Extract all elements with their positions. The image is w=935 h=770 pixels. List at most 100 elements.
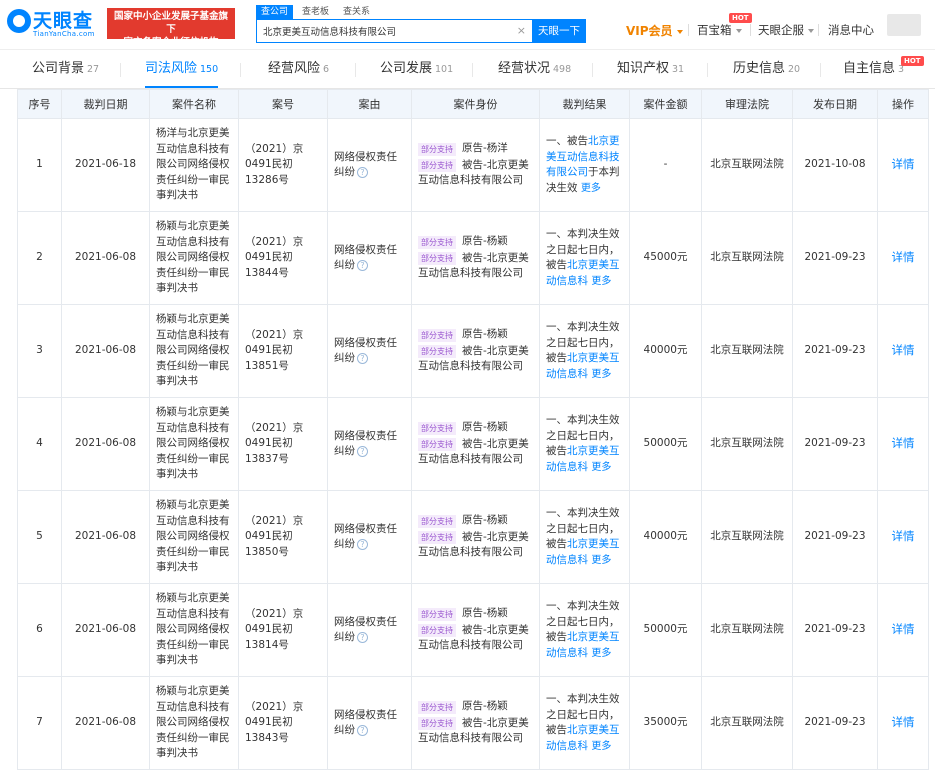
cell-amount: 50000元 — [629, 397, 702, 491]
more-link[interactable]: 更多 — [591, 741, 611, 752]
tab-label: 经营状况 — [498, 61, 551, 76]
role-defendant: 部分支持 被告-北京更美互动信息科技有限公司 — [418, 623, 533, 654]
section-tab-bar: 公司背景 27 司法风险 150 经营风险 6 公司发展 101 经营状况 498 知识产… — [0, 50, 935, 89]
help-icon[interactable]: ? — [357, 724, 368, 736]
cell-court: 北京互联网法院 — [701, 676, 793, 770]
more-link[interactable]: 更多 — [591, 462, 611, 473]
cell-amount: 50000元 — [629, 583, 702, 677]
table-row: 1 2021-06-18 杨洋与北京更美互动信息科技有限公司网络侵权责任纠纷一审… — [17, 118, 929, 212]
cell-court: 北京互联网法院 — [701, 397, 793, 491]
tab-count: 498 — [553, 64, 572, 75]
search-tab-boss[interactable]: 查老板 — [297, 5, 334, 19]
tab-history-info[interactable]: 历史信息 20 — [733, 50, 800, 88]
hot-badge: HOT — [901, 56, 924, 66]
cell-result: 一、本判决生效之日起七日内，被告北京更美互动信息科 更多 — [539, 397, 630, 491]
search-input[interactable] — [257, 20, 512, 42]
table-row: 5 2021-06-08 杨颖与北京更美互动信息科技有限公司网络侵权责任纠纷一审… — [17, 490, 929, 584]
avatar[interactable] — [887, 14, 921, 36]
cell-action: 详情 — [877, 490, 929, 584]
role-plaintiff: 部分支持 原告-杨颖 — [418, 234, 533, 250]
cell-cause: 网络侵权责任纠纷? — [327, 583, 412, 677]
cell-case-number: （2021）京0491民初13851号 — [238, 304, 328, 398]
search-tab-relation[interactable]: 查关系 — [338, 5, 375, 19]
cell-amount: - — [629, 118, 702, 212]
detail-link[interactable]: 详情 — [892, 622, 915, 636]
cell-case-name[interactable]: 杨颖与北京更美互动信息科技有限公司网络侵权责任纠纷一审民事判决书 — [149, 211, 239, 305]
more-link[interactable]: 更多 — [591, 555, 611, 566]
nav-divider — [818, 24, 819, 36]
col-header-action: 操作 — [877, 89, 929, 119]
support-tag: 部分支持 — [418, 421, 456, 435]
more-link[interactable]: 更多 — [591, 369, 611, 380]
tab-operating-risk[interactable]: 经营风险 6 — [268, 50, 329, 88]
cell-case-name[interactable]: 杨颖与北京更美互动信息科技有限公司网络侵权责任纠纷一审民事判决书 — [149, 583, 239, 677]
detail-link[interactable]: 详情 — [892, 157, 915, 171]
cell-judgment-date: 2021-06-08 — [61, 583, 150, 677]
tianyancha-logo[interactable]: 天眼查 TianYanCha.com — [7, 6, 102, 40]
help-icon[interactable]: ? — [357, 166, 368, 178]
tab-label: 自主信息 — [843, 61, 896, 76]
cell-index: 7 — [17, 676, 62, 770]
cell-action: 详情 — [877, 211, 929, 305]
role-plaintiff: 部分支持 原告-杨洋 — [418, 141, 533, 157]
role-plaintiff: 部分支持 原告-杨颖 — [418, 606, 533, 622]
vip-menu[interactable]: VIP会员 — [626, 22, 683, 39]
support-tag: 部分支持 — [418, 700, 456, 714]
tab-business-status[interactable]: 经营状况 498 — [498, 50, 571, 88]
help-icon[interactable]: ? — [357, 631, 368, 643]
cell-result: 一、本判决生效之日起七日内，被告北京更美互动信息科 更多 — [539, 304, 630, 398]
detail-link[interactable]: 详情 — [892, 436, 915, 450]
more-link[interactable]: 更多 — [591, 648, 611, 659]
cell-case-role: 部分支持 原告-杨洋 部分支持 被告-北京更美互动信息科技有限公司 — [411, 118, 540, 212]
more-link[interactable]: 更多 — [581, 183, 601, 194]
cell-publish-date: 2021-09-23 — [792, 397, 878, 491]
support-tag: 部分支持 — [418, 344, 456, 358]
help-icon[interactable]: ? — [357, 352, 368, 364]
search-tab-company[interactable]: 查公司 — [256, 5, 294, 19]
cell-case-number: （2021）京0491民初13843号 — [238, 676, 328, 770]
cell-cause: 网络侵权责任纠纷? — [327, 676, 412, 770]
cell-action: 详情 — [877, 118, 929, 212]
plaintiff-text: 原告-杨颖 — [462, 328, 508, 341]
tab-divider — [355, 63, 356, 77]
help-icon[interactable]: ? — [357, 259, 368, 271]
message-center-link[interactable]: 消息中心 — [828, 22, 874, 38]
detail-link[interactable]: 详情 — [892, 715, 915, 729]
plaintiff-text: 原告-杨颖 — [462, 700, 508, 713]
role-defendant: 部分支持 被告-北京更美互动信息科技有限公司 — [418, 158, 533, 189]
cell-case-name[interactable]: 杨颖与北京更美互动信息科技有限公司网络侵权责任纠纷一审民事判决书 — [149, 397, 239, 491]
cell-case-number: （2021）京0491民初13850号 — [238, 490, 328, 584]
baobao-menu[interactable]: 百宝箱 — [697, 22, 742, 38]
detail-link[interactable]: 详情 — [892, 529, 915, 543]
cell-case-name[interactable]: 杨颖与北京更美互动信息科技有限公司网络侵权责任纠纷一审民事判决书 — [149, 676, 239, 770]
tab-divider — [592, 63, 593, 77]
cell-amount: 35000元 — [629, 676, 702, 770]
cell-case-name[interactable]: 杨洋与北京更美互动信息科技有限公司网络侵权责任纠纷一审民事判决书 — [149, 118, 239, 212]
tab-self-info[interactable]: 自主信息 3 — [843, 50, 904, 88]
tab-judicial-risk[interactable]: 司法风险 150 — [145, 50, 219, 88]
tab-intellectual-property[interactable]: 知识产权 31 — [617, 50, 684, 88]
tab-count: 101 — [435, 64, 454, 75]
tab-divider — [240, 63, 241, 77]
cell-case-role: 部分支持 原告-杨颖 部分支持 被告-北京更美互动信息科技有限公司 — [411, 676, 540, 770]
search-button[interactable]: 天眼一下 — [532, 19, 586, 43]
detail-link[interactable]: 详情 — [892, 343, 915, 357]
role-defendant: 部分支持 被告-北京更美互动信息科技有限公司 — [418, 344, 533, 375]
cell-case-name[interactable]: 杨颖与北京更美互动信息科技有限公司网络侵权责任纠纷一审民事判决书 — [149, 490, 239, 584]
tab-company-background[interactable]: 公司背景 27 — [32, 50, 99, 88]
support-tag: 部分支持 — [418, 607, 456, 621]
enterprise-service-menu[interactable]: 天眼企服 — [758, 22, 814, 38]
cell-case-name[interactable]: 杨颖与北京更美互动信息科技有限公司网络侵权责任纠纷一审民事判决书 — [149, 304, 239, 398]
tab-company-development[interactable]: 公司发展 101 — [380, 50, 453, 88]
cell-court: 北京互联网法院 — [701, 583, 793, 677]
table-header-row: 序号 裁判日期 案件名称 案号 案由 案件身份 裁判结果 案件金额 审理法院 发… — [17, 89, 929, 119]
more-link[interactable]: 更多 — [591, 276, 611, 287]
cell-court: 北京互联网法院 — [701, 118, 793, 212]
detail-link[interactable]: 详情 — [892, 250, 915, 264]
plaintiff-text: 原告-杨洋 — [462, 142, 508, 155]
clear-icon[interactable]: × — [517, 24, 526, 37]
help-icon[interactable]: ? — [357, 445, 368, 457]
badge-line-1: 国家中小企业发展子基金旗下 — [113, 11, 228, 35]
cell-cause: 网络侵权责任纠纷? — [327, 211, 412, 305]
help-icon[interactable]: ? — [357, 538, 368, 550]
